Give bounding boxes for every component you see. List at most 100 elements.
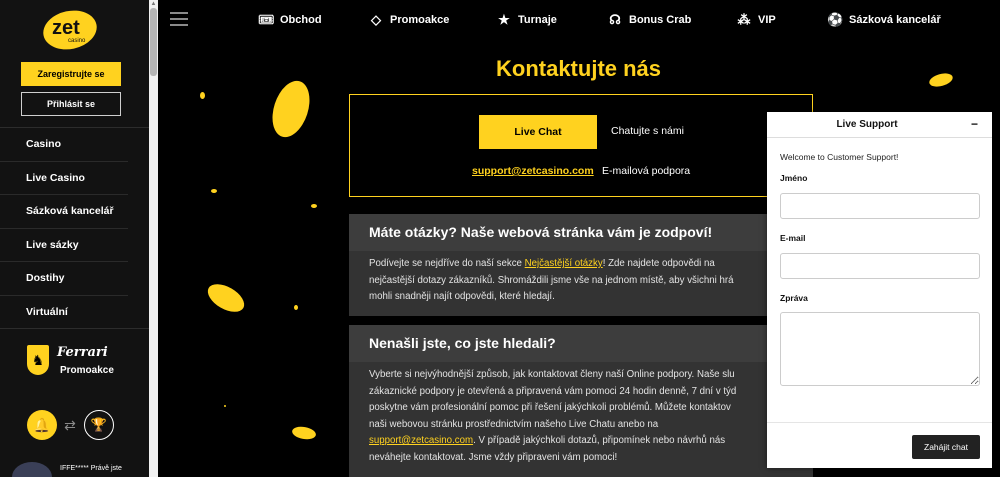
sidebar-item-label: Dostihy: [26, 272, 65, 285]
sidebar-item-label: Live sázky: [26, 238, 79, 251]
nav-shop[interactable]: 🎟 Obchod: [258, 12, 322, 28]
live-support-title: Live Support: [836, 119, 898, 130]
contact-text-line: . V případě jakýchkoli dotazů, připomíne…: [473, 435, 726, 446]
contact-text-line: poskytne vám profesionální pomoc při řeš…: [369, 402, 731, 413]
email-support-label: E-mailová podpora: [602, 165, 691, 177]
hamburger-menu-icon[interactable]: [170, 12, 188, 26]
message-field[interactable]: [780, 312, 980, 386]
scrollbar-thumb[interactable]: [150, 8, 157, 76]
sidebar-item-sportsbook[interactable]: Sázková kancelář: [0, 195, 128, 229]
sidebar-item-virtual[interactable]: Virtuální: [0, 296, 128, 330]
decorative-blob: [294, 305, 298, 310]
faq-card-title: Máte otázky? Naše webová stránka vám je …: [369, 224, 713, 240]
sidebar-item-label: Casino: [26, 138, 62, 151]
sidebar-item-label: Virtuální: [26, 306, 68, 319]
diamond-icon: ◇: [371, 12, 381, 27]
top-navigation: 🎟 Obchod ◇ Promoakce ★ Turnaje ☊ Bonus Crab …: [158, 0, 1000, 40]
ferrari-promo-banner[interactable]: ♞ Ferrari Promoakce: [27, 343, 127, 379]
decorative-blob: [224, 405, 226, 407]
sidebar: zet casino Zaregistrujte se Přihlásit se…: [0, 0, 149, 477]
live-support-footer: Zahájit chat: [767, 422, 992, 468]
sidebar-item-casino[interactable]: Casino: [0, 128, 128, 162]
star-icon: ★: [498, 12, 510, 27]
notifications-bell-icon[interactable]: 🔔: [27, 410, 57, 440]
trophy-icon[interactable]: 🏆: [84, 410, 114, 440]
contact-text-line: zákaznické podpory je otevřená a připrav…: [369, 385, 737, 397]
live-chat-description: Chatujte s námi: [611, 125, 684, 137]
faq-text-line: mohli snadněji najít odpovědi, které hle…: [369, 291, 555, 302]
logo-subtext: casino: [68, 38, 86, 44]
live-support-widget: Live Support − Welcome to Customer Suppo…: [767, 112, 992, 468]
live-chat-button[interactable]: Live Chat: [479, 115, 597, 149]
faq-card-header: Máte otázky? Naše webová stránka vám je …: [349, 214, 813, 251]
support-email-inline-link[interactable]: support@zetcasino.com: [369, 435, 473, 446]
contact-text-line: naši webovou stránku prostřednictvím naš…: [369, 418, 659, 430]
contact-options-box: Live Chat Chatujte s námi support@zetcas…: [349, 94, 813, 197]
sidebar-item-horse-racing[interactable]: Dostihy: [0, 262, 128, 296]
winner-ticker-text: IFFE***** Právě jste: [60, 465, 122, 472]
nav-promotions[interactable]: ◇ Promoakce: [368, 12, 449, 28]
message-label: Zpráva: [780, 293, 808, 303]
register-button[interactable]: Zaregistrujte se: [21, 62, 121, 86]
nav-promotions-label: Promoakce: [390, 14, 450, 26]
winner-avatar: [12, 462, 52, 477]
faq-card: Máte otázky? Naše webová stránka vám je …: [349, 214, 813, 316]
prancing-horse-icon: ♞: [27, 345, 49, 375]
decorative-blob: [927, 71, 955, 89]
contact-card-text: Vyberte si nejvýhodnější způsob, jak kon…: [369, 367, 789, 466]
ticket-icon: 🎟: [258, 12, 275, 27]
contact-text-line: Vyberte si nejvýhodnější způsob, jak kon…: [369, 369, 735, 380]
live-support-header: Live Support −: [767, 112, 992, 138]
faq-text-line: Podívejte se nejdříve do naší sekce: [369, 258, 525, 269]
logo-text: zet: [52, 17, 80, 39]
contact-text-line: neváhejte kontaktovat. Jsme vždy připrav…: [369, 451, 618, 463]
sidebar-scrollbar[interactable]: ▲: [149, 0, 158, 477]
nav-vip[interactable]: ⁂ VIP: [736, 12, 776, 28]
nav-tournaments-label: Turnaje: [518, 14, 557, 26]
support-email-link[interactable]: support@zetcasino.com: [472, 165, 594, 177]
login-button[interactable]: Přihlásit se: [21, 92, 121, 116]
email-label: E-mail: [780, 233, 806, 243]
ferrari-promo-label: Promoakce: [60, 365, 114, 376]
nav-tournaments[interactable]: ★ Turnaje: [496, 12, 557, 28]
stars-icon: ⁂: [737, 12, 751, 27]
decorative-blob: [211, 189, 217, 193]
decorative-blob: [291, 425, 317, 441]
faq-link[interactable]: Nejčastější otázky: [525, 258, 603, 269]
claw-icon: ☊: [609, 12, 621, 27]
sidebar-item-live-casino[interactable]: Live Casino: [0, 162, 128, 195]
scroll-up-arrow-icon[interactable]: ▲: [149, 0, 158, 8]
swap-icon[interactable]: ⇄: [62, 417, 78, 433]
sidebar-item-label: Sázková kancelář: [26, 205, 114, 218]
support-welcome-text: Welcome to Customer Support!: [780, 152, 899, 162]
zet-casino-logo[interactable]: zet casino: [40, 8, 100, 52]
decorative-blob: [200, 92, 205, 99]
faq-card-text: Podívejte se nejdříve do naší sekce Nejč…: [369, 256, 789, 306]
app-root: zet casino Zaregistrujte se Přihlásit se…: [0, 0, 1000, 477]
email-field[interactable]: [780, 253, 980, 279]
contact-card: Nenašli jste, co jste hledali? Vyberte s…: [349, 325, 813, 477]
nav-sportsbook-label: Sázková kancelář: [849, 14, 941, 26]
nav-bonus-crab-label: Bonus Crab: [629, 14, 692, 26]
contact-card-title: Nenašli jste, co jste hledali?: [369, 335, 556, 351]
ferrari-wordmark: Ferrari: [57, 345, 108, 360]
nav-vip-label: VIP: [758, 14, 776, 26]
decorative-blob: [203, 278, 249, 318]
decorative-blob: [311, 204, 317, 208]
nav-bonus-crab[interactable]: ☊ Bonus Crab: [607, 12, 691, 28]
sidebar-nav: Casino Live Casino Sázková kancelář Live…: [0, 128, 149, 329]
sidebar-item-live-bets[interactable]: Live sázky: [0, 229, 128, 262]
contact-card-header: Nenašli jste, co jste hledali?: [349, 325, 813, 362]
nav-sportsbook[interactable]: ⚽ Sázková kancelář: [827, 12, 941, 28]
nav-shop-label: Obchod: [280, 14, 322, 26]
faq-text-line: nejčastější dotazy zákazníků. Shromáždil…: [369, 274, 734, 286]
decorative-blob: [265, 76, 317, 142]
page-title: Kontaktujte nás: [496, 56, 662, 81]
start-chat-button[interactable]: Zahájit chat: [912, 435, 980, 459]
soccer-ball-icon: ⚽: [827, 12, 844, 27]
minimize-icon[interactable]: −: [971, 117, 978, 131]
name-field[interactable]: [780, 193, 980, 219]
name-label: Jméno: [780, 173, 808, 183]
sidebar-divider: [0, 328, 149, 329]
faq-text-line: ! Zde najdete odpovědi na: [602, 258, 715, 269]
